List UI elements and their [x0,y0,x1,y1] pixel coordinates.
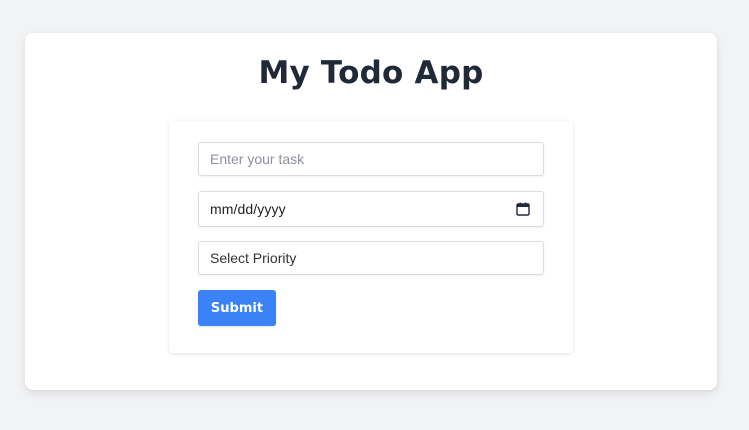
page-title: My Todo App [258,55,484,91]
priority-select[interactable]: Select Priority [198,241,544,275]
priority-select-value: Select Priority [210,250,297,266]
task-input[interactable] [210,143,532,175]
date-input[interactable]: mm/dd/yyyy [198,191,544,227]
app-container: My Todo App mm/dd/yyyy Select Priority S… [25,33,717,390]
submit-button[interactable]: Submit [198,290,276,326]
calendar-icon[interactable] [516,202,530,216]
todo-form: mm/dd/yyyy Select Priority Submit [169,121,573,353]
date-placeholder: mm/dd/yyyy [210,201,286,217]
task-input-wrapper[interactable] [198,142,544,176]
